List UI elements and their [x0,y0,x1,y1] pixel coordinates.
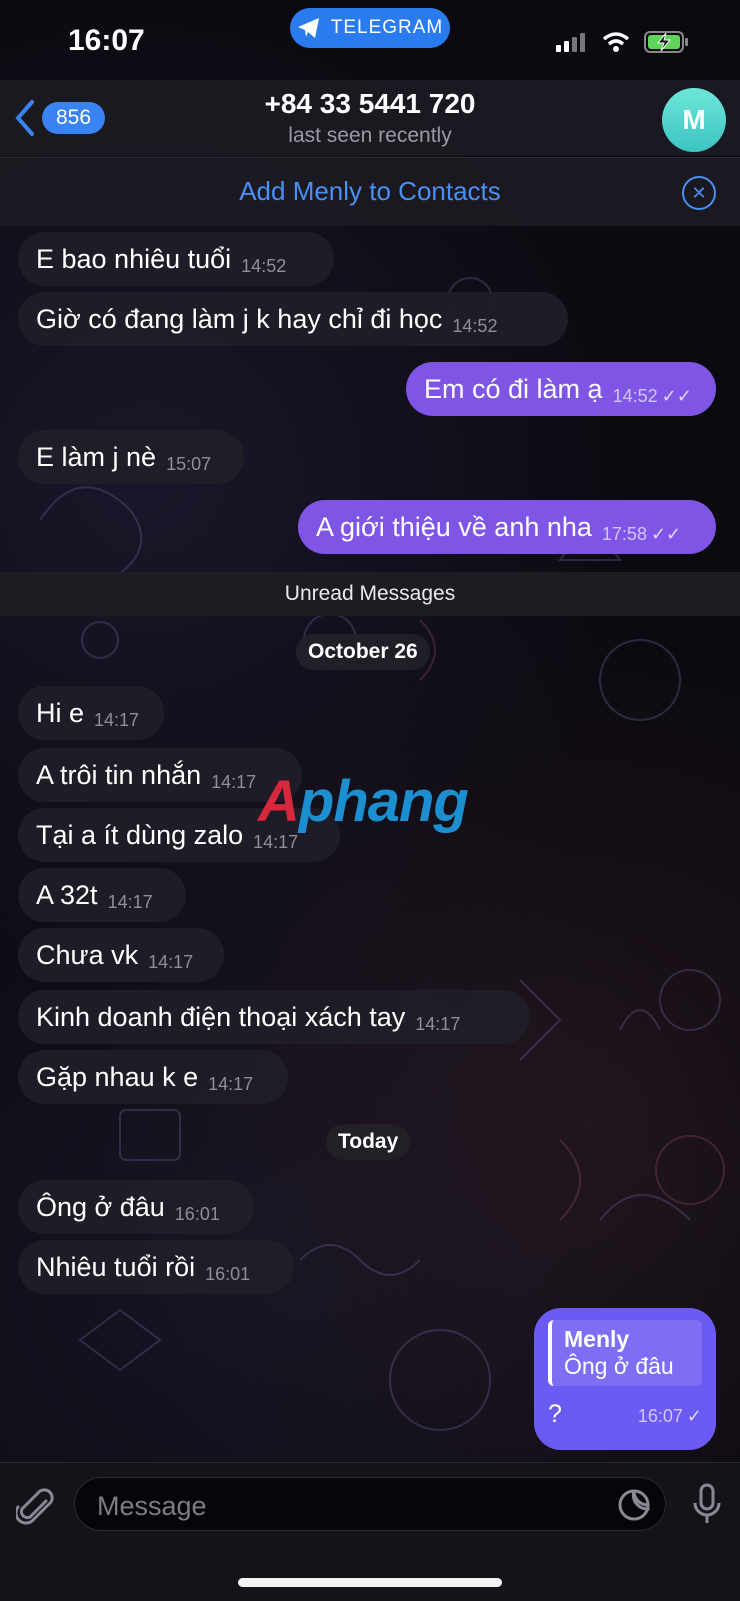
message-time: 16:01 [174,1203,220,1224]
check-icon: ✓ [686,1406,702,1426]
message-time: 14:52 [612,385,658,406]
add-contact-button[interactable]: Add Menly to Contacts [0,176,740,207]
message-text: A giới thiệu về anh nha [316,511,592,542]
message-text: ? [548,1400,562,1428]
paperclip-icon [14,1488,54,1525]
chat-subtitle: last seen recently [288,124,452,147]
message-text: Kinh doanh điện thoại xách tay [36,1001,406,1032]
message-time: 14:52 [452,315,498,336]
home-indicator[interactable] [238,1578,502,1587]
message-time: 14:17 [211,771,257,792]
message-incoming[interactable]: Chưa vk 14:17 [18,928,224,982]
message-incoming[interactable]: Hi e 14:17 [18,686,164,740]
reply-quote-text: Ông ở đâu [564,1353,674,1379]
message-text: Gặp nhau k e [36,1061,199,1092]
message-text: E làm j nè [36,441,157,472]
message-time: 14:52 [241,255,287,276]
message-time: 14:17 [107,891,153,912]
voice-record-button[interactable] [692,1483,722,1532]
message-time: 16:01 [205,1263,251,1284]
message-text: A 32t [36,879,98,910]
close-icon: ✕ [691,182,707,203]
message-incoming[interactable]: Ông ở đâu 16:01 [18,1180,254,1234]
message-time: 17:58 [601,523,647,544]
message-outgoing[interactable]: A giới thiệu về anh nha 17:58 ✓✓ [298,500,716,554]
message-outgoing[interactable]: Em có đi làm ạ 14:52 ✓✓ [406,362,716,416]
double-check-icon: ✓✓ [661,385,692,406]
message-text: Ông ở đâu [36,1191,165,1222]
telegram-icon [297,18,319,38]
message-outgoing-reply[interactable]: Menly Ông ở đâu ? 16:07 ✓ [534,1308,716,1450]
double-check-icon: ✓✓ [650,523,682,544]
signal-icon [556,33,585,52]
message-time: 15:07 [166,453,212,474]
message-input[interactable]: Message [74,1477,666,1531]
reply-quote-author: Menly [564,1326,630,1352]
add-contact-banner: Add Menly to Contacts ✕ [0,157,740,226]
watermark-logo: Aphang [258,769,469,834]
message-incoming[interactable]: Nhiêu tuổi rồi 16:01 [18,1240,294,1294]
message-incoming[interactable]: A 32t 14:17 [18,868,186,922]
message-input-placeholder: Message [97,1491,207,1521]
chat-header: 856 +84 33 5441 720 last seen recently M [0,80,740,156]
telegram-pill[interactable]: TELEGRAM [290,8,450,48]
message-text: Hi e [36,697,85,728]
message-text: Chưa vk [36,939,139,970]
avatar-initial: M [682,104,706,135]
message-time: 14:17 [208,1073,254,1094]
telegram-pill-label: TELEGRAM [330,17,444,38]
message-text: A trôi tin nhắn [36,759,202,790]
wifi-icon [602,32,630,52]
message-text: Tại a ít dùng zalo [36,819,244,850]
unread-messages-divider: Unread Messages [0,572,740,616]
status-bar: 16:07 TELEGRAM [0,0,740,80]
message-incoming[interactable]: Kinh doanh điện thoại xách tay 14:17 [18,990,530,1044]
status-time: 16:07 [68,24,145,57]
avatar[interactable]: M [662,88,726,152]
message-time: 14:17 [148,951,194,972]
message-time: 14:17 [415,1013,461,1034]
message-incoming[interactable]: E bao nhiêu tuổi 14:52 [18,232,334,286]
battery-charging-icon [644,31,688,53]
message-incoming[interactable]: Giờ có đang làm j k hay chỉ đi học 14:52 [18,292,568,346]
message-text: Giờ có đang làm j k hay chỉ đi học [36,303,443,334]
status-icons [556,30,690,54]
close-banner-button[interactable]: ✕ [682,176,716,210]
message-text: Nhiêu tuổi rồi [36,1251,196,1282]
chat-title[interactable]: +84 33 5441 720 [0,88,740,120]
message-incoming[interactable]: Gặp nhau k e 14:17 [18,1050,288,1104]
message-time: 16:07 [637,1406,683,1426]
microphone-icon [693,1483,721,1523]
date-separator: October 26 [296,634,430,670]
sticker-icon[interactable] [617,1488,651,1522]
message-incoming[interactable]: E làm j nè 15:07 [18,430,244,484]
date-separator: Today [326,1124,411,1160]
reply-quote[interactable]: Menly Ông ở đâu [548,1320,702,1386]
message-time: 14:17 [94,709,140,730]
message-text: E bao nhiêu tuổi [36,243,232,274]
message-text: Em có đi làm ạ [424,373,603,404]
attach-button[interactable] [14,1487,56,1536]
